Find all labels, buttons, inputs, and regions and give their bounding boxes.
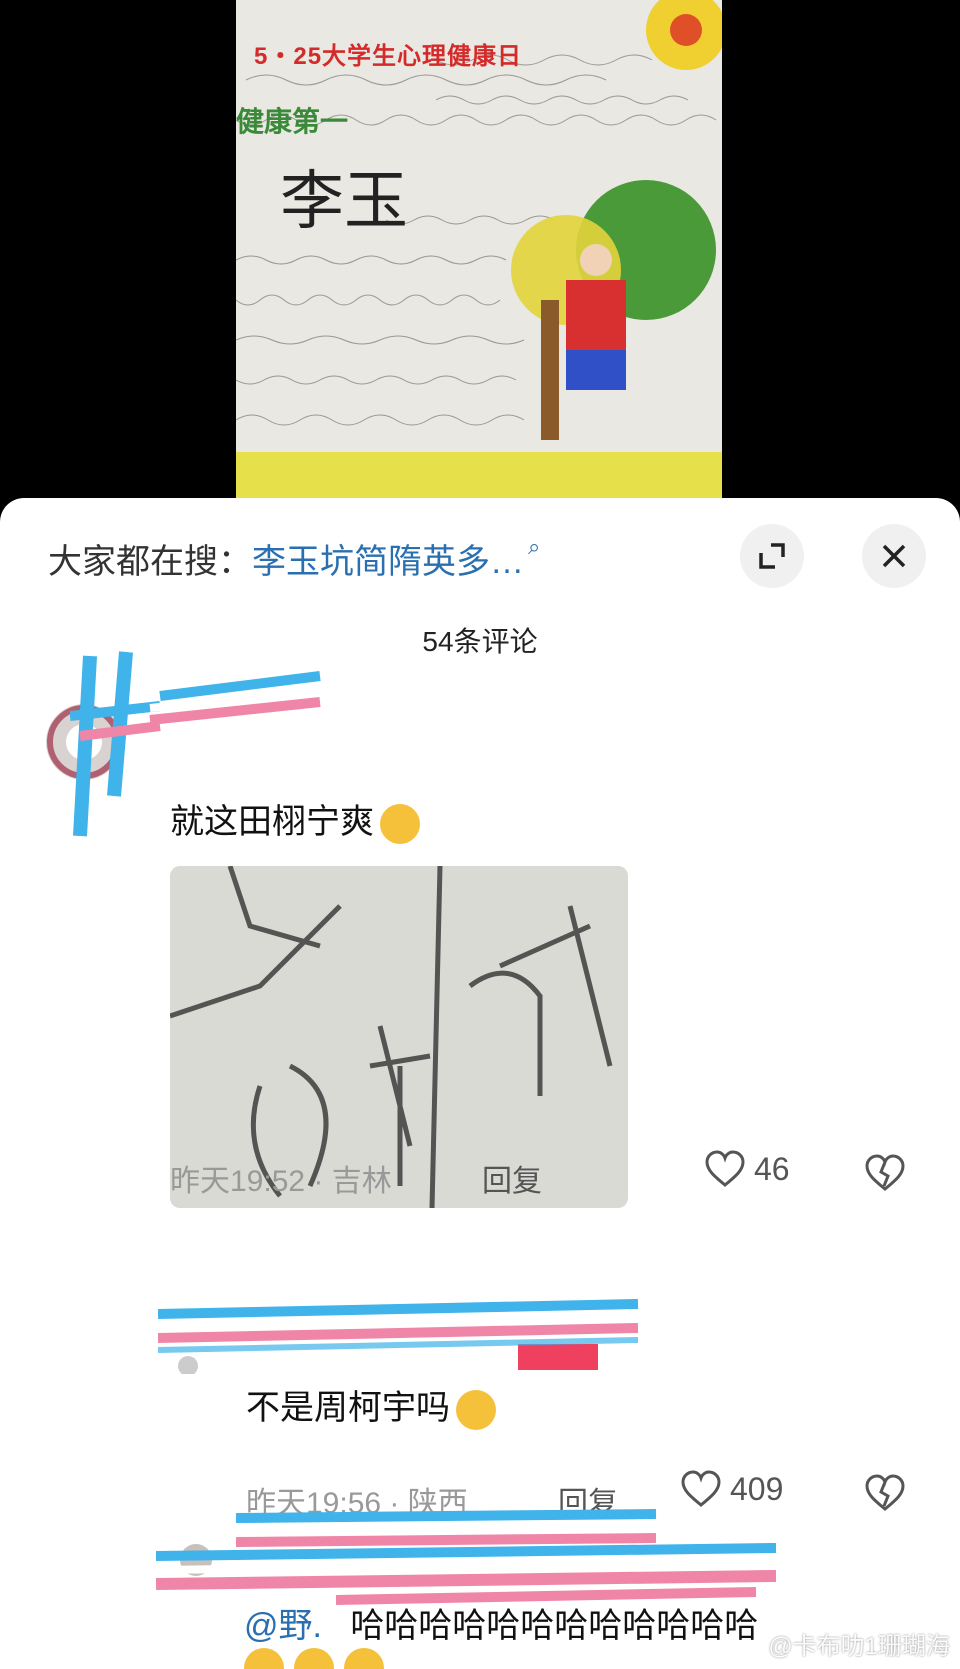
poster-name: 李玉 [280,165,408,239]
heart-icon [681,1470,721,1507]
trending-search[interactable]: 大家都在搜：李玉坑简隋英多… ⌕ [48,534,540,583]
expand-button[interactable] [740,524,804,588]
laugh-emoji-icon [294,1648,334,1669]
post-photo[interactable]: 5・25大学生心理健康日 健康第一 李玉 [0,0,960,520]
poster-subtitle: 健康第一 [236,106,349,137]
signature-scribbles [236,0,722,498]
search-icon: ⌕ [528,534,541,559]
comment-text: @野. 哈哈哈哈哈哈哈哈哈哈哈哈 [244,1607,759,1645]
watermark: @卡布叻1珊瑚海 [768,1633,950,1660]
comment-text: 就这田栩宁爽 [170,794,420,845]
trending-search-prefix: 大家都在搜： [48,543,252,581]
comment-panel: 大家都在搜：李玉坑简隋英多… ⌕ 54条评论 就这田栩宁爽 昨天19:52 · … [0,498,960,1669]
like-count: 46 [754,1150,790,1187]
heart-icon [705,1150,745,1187]
poster-image: 5・25大学生心理健康日 健康第一 李玉 [236,0,722,498]
like-count: 409 [730,1470,784,1507]
emoji-row [244,1648,384,1669]
broken-heart-icon [865,1154,905,1191]
dislike-button[interactable] [864,1474,906,1517]
close-button[interactable] [862,524,926,588]
laugh-emoji-icon [344,1648,384,1669]
broken-heart-icon [865,1474,905,1511]
expand-icon [759,543,785,569]
reply-button[interactable]: 回复 [482,1156,542,1200]
trending-search-query[interactable]: 李玉坑简隋英多… [252,543,524,581]
laugh-emoji-icon [244,1648,284,1669]
close-icon [882,544,906,568]
mention-link[interactable]: @野. [244,1607,322,1645]
like-button[interactable]: 409 [680,1470,783,1508]
dislike-button[interactable] [864,1154,906,1197]
comment-meta: 昨天19:52 · 吉林 [170,1165,392,1198]
username-redaction [158,1299,639,1374]
dazed-emoji-icon [456,1390,496,1431]
like-button[interactable]: 46 [704,1150,790,1188]
poster-title: 5・25大学生心理健康日 [254,43,523,70]
comment-text: 不是周柯宇吗 [246,1380,496,1431]
drool-emoji-icon [380,804,420,845]
